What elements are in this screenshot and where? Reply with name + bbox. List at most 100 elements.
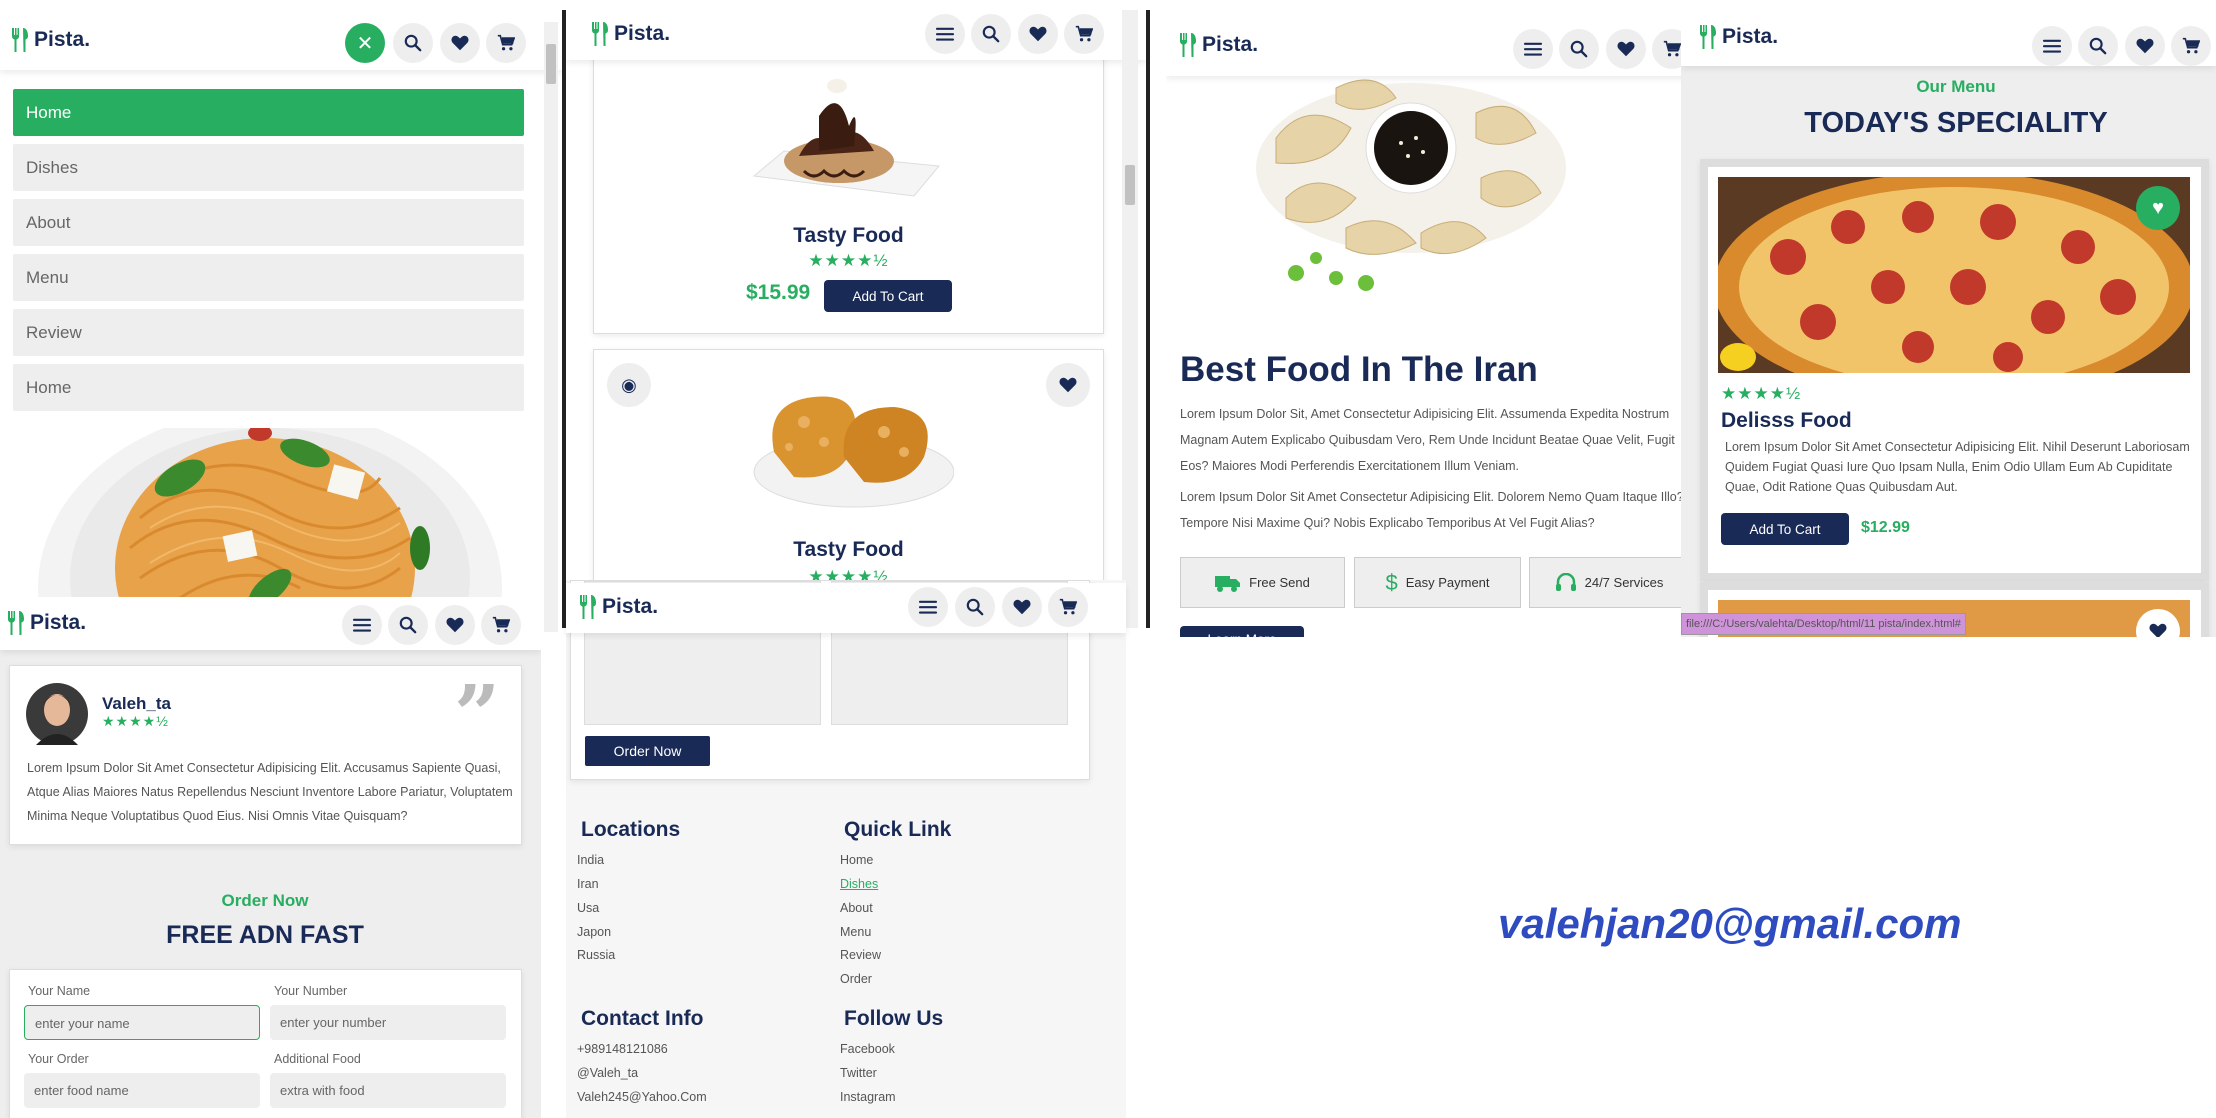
- search-button[interactable]: [393, 23, 433, 63]
- logo[interactable]: Pista.: [10, 28, 90, 52]
- wishlist-button[interactable]: [1046, 363, 1090, 407]
- footer-link[interactable]: Order: [840, 967, 872, 991]
- feature-label: Easy Payment: [1405, 575, 1490, 590]
- logo[interactable]: Pista.: [590, 22, 670, 46]
- menu-button[interactable]: [1513, 29, 1553, 69]
- header: Pista.: [1681, 10, 2216, 66]
- footer-link[interactable]: About: [840, 896, 873, 920]
- footer-link[interactable]: Facebook: [840, 1037, 895, 1061]
- wishlist-button[interactable]: [1002, 587, 1042, 627]
- panel-footer: Order Now Locations India Iran Usa Japon…: [566, 580, 1126, 1118]
- review-card: Valeh_ta ★★★★½ ” Lorem Ipsum Dolor Sit A…: [9, 665, 522, 845]
- footer-link[interactable]: Russia: [577, 943, 615, 967]
- cart-icon: [1663, 40, 1681, 58]
- footer-link[interactable]: Valeh245@Yahoo.Com: [577, 1085, 707, 1109]
- bars-icon: [2043, 37, 2061, 55]
- cart-button[interactable]: [1048, 587, 1088, 627]
- footer-link[interactable]: India: [577, 848, 604, 872]
- order-now-button[interactable]: Order Now: [585, 736, 710, 766]
- about-heading: Best Food In The Iran: [1180, 350, 1538, 389]
- learn-more-button[interactable]: Learn More: [1180, 626, 1304, 637]
- footer-link[interactable]: Twitter: [840, 1061, 877, 1085]
- menu-button[interactable]: [342, 605, 382, 645]
- footer-link-active[interactable]: Dishes: [840, 872, 878, 896]
- close-icon: ✕: [356, 32, 374, 55]
- dollar-icon: $: [1385, 569, 1398, 595]
- heart-icon: [446, 616, 464, 634]
- menu-subheading: Our Menu: [1916, 77, 1996, 96]
- footer-quick-title: Quick Link: [844, 818, 952, 841]
- heart-icon: ♥: [2152, 196, 2164, 219]
- nav-item-about[interactable]: About: [13, 199, 524, 246]
- panel-dishes: Tasty Food ★★★★½ $15.99 Add To Cart ◉ Ta…: [562, 10, 1150, 628]
- fried-chicken-image: [753, 396, 954, 508]
- nav-item-menu[interactable]: Menu: [13, 254, 524, 301]
- wishlist-button[interactable]: [2125, 26, 2165, 66]
- cart-button[interactable]: [486, 23, 526, 63]
- scrollbar[interactable]: [1122, 10, 1138, 628]
- nav-item-dishes[interactable]: Dishes: [13, 144, 524, 191]
- wishlist-button[interactable]: ♥: [2136, 186, 2180, 230]
- search-button[interactable]: [2078, 26, 2118, 66]
- close-button[interactable]: ✕: [345, 23, 385, 63]
- wishlist-button[interactable]: [440, 23, 480, 63]
- footer-link[interactable]: Menu: [840, 920, 871, 944]
- order-subheading: Order Now: [221, 891, 309, 910]
- cart-button[interactable]: [481, 605, 521, 645]
- order-input[interactable]: enter food name: [24, 1073, 260, 1108]
- cart-button[interactable]: [1064, 14, 1104, 54]
- logo[interactable]: Pista.: [1178, 33, 1258, 57]
- nav-item-home[interactable]: Home: [13, 89, 524, 136]
- reviewer-name: Valeh_ta: [102, 694, 171, 713]
- search-button[interactable]: [1559, 29, 1599, 69]
- footer-link[interactable]: Instagram: [840, 1085, 896, 1109]
- cart-icon: [1059, 598, 1077, 616]
- brand-name: Pista.: [1722, 25, 1779, 48]
- footer-link[interactable]: Iran: [577, 872, 599, 896]
- heart-icon: [1617, 40, 1635, 58]
- menu-card-title: Delisss Food: [1721, 409, 1852, 432]
- add-to-cart-button[interactable]: Add To Cart: [1721, 513, 1849, 545]
- wishlist-button[interactable]: [435, 605, 475, 645]
- footer-link[interactable]: +989148121086: [577, 1037, 668, 1061]
- nav-item-review[interactable]: Review: [13, 309, 524, 356]
- number-input[interactable]: enter your number: [270, 1005, 506, 1040]
- footer-link[interactable]: Japon: [577, 920, 611, 944]
- dish-card: Tasty Food ★★★★½ $15.99 Add To Cart: [593, 50, 1104, 334]
- search-button[interactable]: [971, 14, 1011, 54]
- wishlist-button[interactable]: [1018, 14, 1058, 54]
- footer-link[interactable]: Usa: [577, 896, 599, 920]
- dumplings-image: [1256, 79, 1566, 291]
- footer-link[interactable]: Home: [840, 848, 873, 872]
- email-label: valehjan20@gmail.com: [1498, 900, 1962, 947]
- scrollbar[interactable]: [544, 22, 558, 632]
- panel-about: Best Food In The Iran Lorem Ipsum Dolor …: [1166, 10, 1687, 637]
- footer-link[interactable]: Review: [840, 943, 881, 967]
- cart-icon: [492, 616, 510, 634]
- name-input[interactable]: enter your name: [24, 1005, 260, 1040]
- menu-button[interactable]: [925, 14, 965, 54]
- add-to-cart-button[interactable]: Add To Cart: [824, 280, 952, 312]
- brand-name: Pista.: [34, 28, 91, 51]
- search-button[interactable]: [388, 605, 428, 645]
- view-button[interactable]: ◉: [607, 363, 651, 407]
- feature-free-send: Free Send: [1180, 557, 1345, 608]
- footer-locations-title: Locations: [581, 818, 681, 841]
- nav-item-home-2[interactable]: Home: [13, 364, 524, 411]
- search-button[interactable]: [955, 587, 995, 627]
- logo[interactable]: Pista.: [578, 595, 658, 619]
- utensils-icon: [1178, 33, 1198, 57]
- menu-button[interactable]: [2032, 26, 2072, 66]
- brand-name: Pista.: [614, 22, 671, 45]
- dish-rating: ★★★★½: [808, 251, 889, 270]
- footer-link[interactable]: @Valeh_ta: [577, 1061, 638, 1085]
- cart-button[interactable]: [2171, 26, 2211, 66]
- panel-menu: Pista. Our Menu TODAY'S SPECIALITY ♥ ★★★…: [1681, 10, 2216, 637]
- logo[interactable]: Pista.: [1698, 25, 1778, 49]
- review-text: Lorem Ipsum Dolor Sit Amet Consectetur A…: [27, 761, 513, 823]
- menu-button[interactable]: [908, 587, 948, 627]
- pizza-image: [1718, 177, 2190, 373]
- additional-food-input[interactable]: extra with food: [270, 1073, 506, 1108]
- logo[interactable]: Pista.: [6, 611, 86, 635]
- wishlist-button[interactable]: [1606, 29, 1646, 69]
